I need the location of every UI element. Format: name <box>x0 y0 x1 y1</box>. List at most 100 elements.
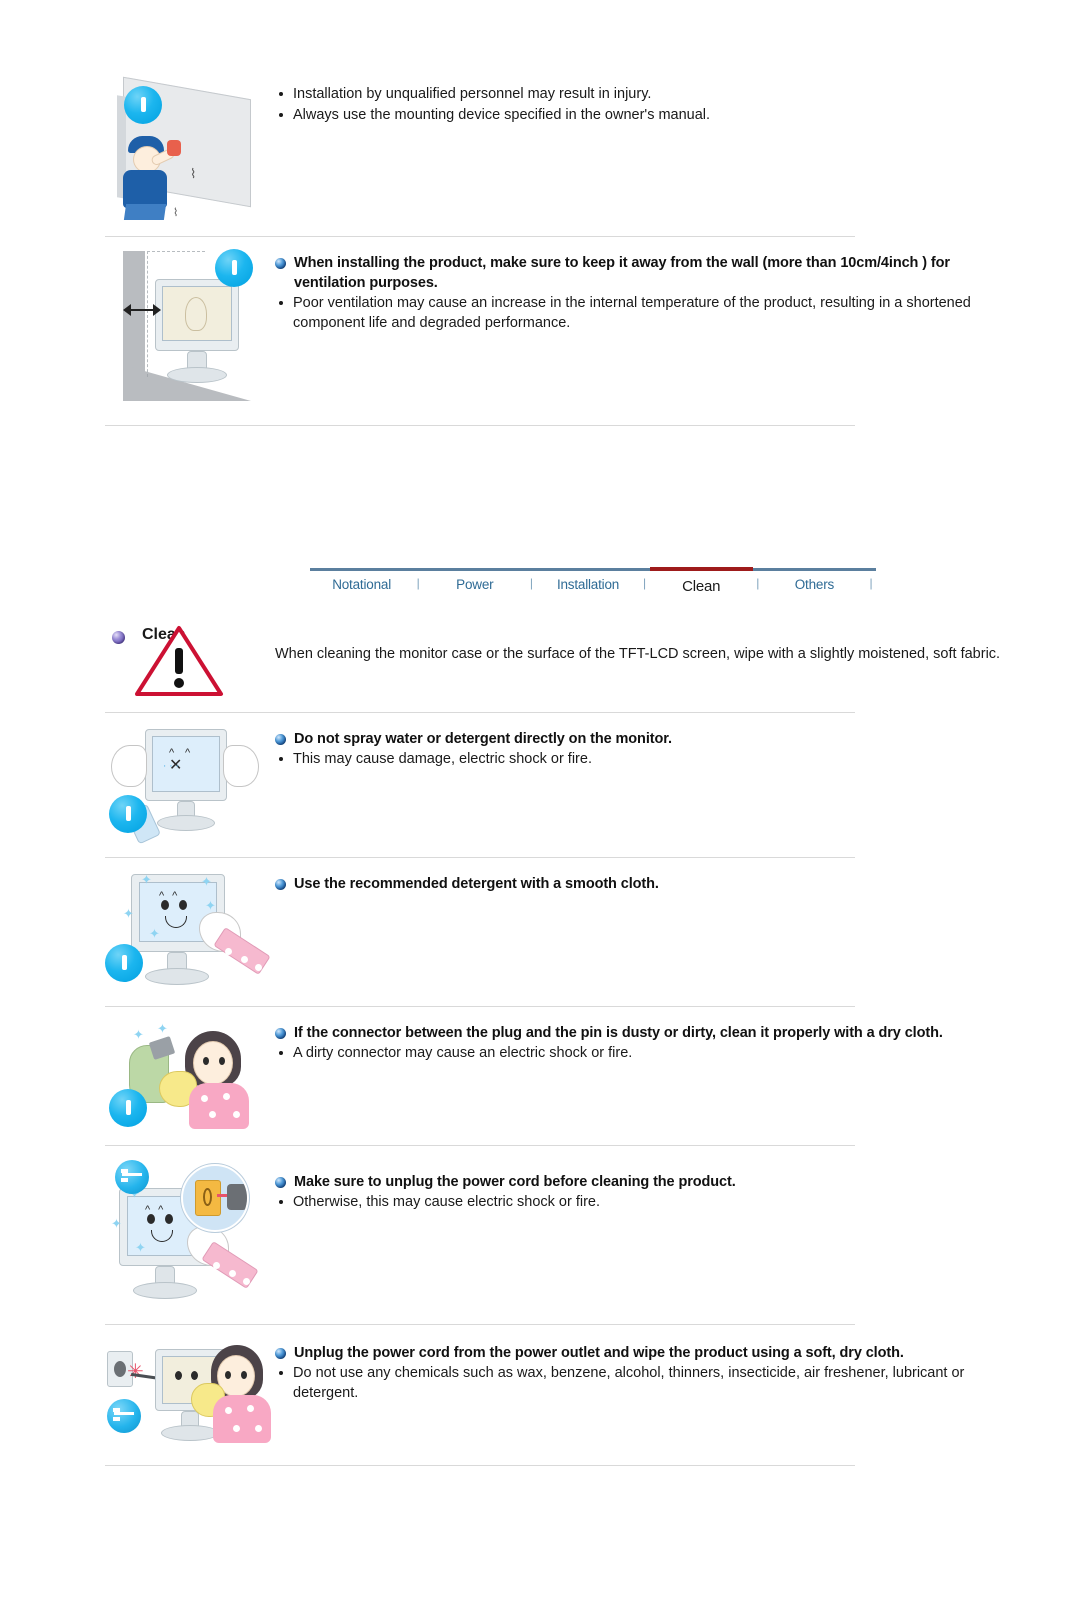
screen-eye-right <box>191 1371 198 1380</box>
unplug-from-outlet-bullets: Do not use any chemicals such as wax, be… <box>275 1363 1020 1403</box>
divider <box>105 425 855 426</box>
blue-sphere-bullet-icon <box>275 1028 286 1039</box>
section-ventilation: When installing the product, make sure t… <box>0 247 1080 407</box>
section-heading: Unplug the power cord from the power out… <box>294 1345 904 1361</box>
tab-notational[interactable]: Notational <box>310 568 413 598</box>
intro-text: When cleaning the monitor case or the su… <box>275 646 1001 662</box>
monitor-base <box>145 968 209 985</box>
do-not-spray-bullets: This may cause damage, electric shock or… <box>275 749 1020 769</box>
section-heading: Make sure to unplug the power cord befor… <box>294 1174 736 1190</box>
monitor-base <box>167 367 227 383</box>
heading-row: Make sure to unplug the power cord befor… <box>275 1172 1020 1192</box>
blue-exclamation-icon <box>215 249 253 287</box>
cloth-dot <box>213 1262 220 1269</box>
section-intro-text: When cleaning the monitor case or the su… <box>275 622 1080 664</box>
outlet-socket <box>114 1361 126 1377</box>
illustration-monitor-away-from-wall <box>105 247 275 407</box>
worker-tool <box>167 140 181 156</box>
distance-arrow-right-head <box>153 304 161 316</box>
divider <box>105 1324 855 1325</box>
dress-dot <box>233 1111 240 1118</box>
section-do-not-spray: ^ ^ ✕ ˙˙˙ Do not spray water or detergen… <box>0 723 1080 849</box>
cloth-dot <box>255 964 262 971</box>
blue-sphere-bullet-icon <box>275 1348 286 1359</box>
illustration-woman-unplugging-cord: ✳ <box>105 1337 275 1453</box>
distance-arrow-left-head <box>123 304 131 316</box>
section-dusty-connector: ✦ ✦ If the connector between the plug an… <box>0 1017 1080 1133</box>
ventilation-bullets: Poor ventilation may cause an increase i… <box>275 293 1020 333</box>
warning-triangle-wrap <box>105 622 275 700</box>
tab-separator: | <box>529 576 533 590</box>
sparkle: ✦ <box>111 1216 122 1231</box>
tab-label: Clean <box>682 578 721 595</box>
screen-figure <box>185 297 207 331</box>
list-item: Otherwise, this may cause electric shock… <box>275 1192 1020 1212</box>
divider <box>105 1145 855 1146</box>
list-item: A dirty connector may cause an electric … <box>275 1043 1020 1063</box>
spark-burst: ✳ <box>127 1361 144 1383</box>
list-item: This may cause damage, electric shock or… <box>275 749 1020 769</box>
section-ventilation-text: When installing the product, make sure t… <box>275 247 1080 334</box>
plug-prongs <box>148 1036 176 1060</box>
heading-row: Do not spray water or detergent directly… <box>275 729 1020 749</box>
cloth-dot <box>241 956 248 963</box>
section-heading: Do not spray water or detergent directly… <box>294 731 672 747</box>
spray-droplets: ˙˙˙ <box>163 763 182 778</box>
nav-tabbar[interactable]: Notational | Power | Installation | Clea… <box>310 567 876 598</box>
wall-mount-bullets: Installation by unqualified personnel ma… <box>275 84 1020 125</box>
pink-cloth-strip <box>201 1241 259 1289</box>
blue-exclamation-icon <box>109 795 147 833</box>
illustration-monitor-spray-warning: ^ ^ ✕ ˙˙˙ <box>105 723 275 849</box>
hand-right <box>223 745 259 787</box>
section-wall-mount: ⌇ ⌇ Installation by unqualified personne… <box>0 76 1080 226</box>
worker-legs <box>123 204 167 220</box>
sparkle: ✦ <box>157 1021 168 1036</box>
screen-brows: ^^ <box>145 1204 172 1216</box>
blue-sphere-bullet-icon <box>275 258 286 269</box>
tab-others[interactable]: Others <box>763 568 866 598</box>
no-plug-icon <box>115 1160 149 1194</box>
monitor-base <box>161 1425 219 1441</box>
heading-row: When installing the product, make sure t… <box>275 253 1020 293</box>
heading-row: Use the recommended detergent with a smo… <box>275 874 1020 894</box>
sparkle: ✦ <box>201 874 212 889</box>
cloth-dot <box>243 1278 250 1285</box>
sparkle: ✦ <box>149 926 160 941</box>
heading-row: Unplug the power cord from the power out… <box>275 1343 1020 1363</box>
hand-left <box>111 745 147 787</box>
tab-label: Others <box>794 577 835 592</box>
woman-eye-left <box>203 1057 209 1065</box>
divider <box>105 712 855 713</box>
blue-sphere-bullet-icon <box>275 879 286 890</box>
monitor-base <box>157 815 215 831</box>
screen-eye-left <box>175 1371 182 1380</box>
tab-power[interactable]: Power <box>423 568 526 598</box>
sparkle: ✦ <box>135 1240 146 1255</box>
dress-dot <box>233 1425 240 1432</box>
heading-row: If the connector between the plug and th… <box>275 1023 1020 1043</box>
section-dusty-connector-text: If the connector between the plug and th… <box>275 1017 1080 1064</box>
cloth-dot <box>229 1270 236 1277</box>
tab-installation[interactable]: Installation <box>536 568 639 598</box>
spark-mark-2: ⌇ <box>173 207 179 219</box>
tab-separator: | <box>416 576 420 590</box>
blue-exclamation-icon <box>109 1089 147 1127</box>
divider <box>105 236 855 237</box>
section-unplug-before-cleaning-text: Make sure to unplug the power cord befor… <box>275 1158 1080 1213</box>
worker-body <box>123 170 167 208</box>
screen-brows: ^^ <box>159 890 186 902</box>
section-heading: When installing the product, make sure t… <box>294 255 950 291</box>
list-item: Do not use any chemicals such as wax, be… <box>275 1363 1020 1403</box>
illustration-unplug-before-cleaning: ^^ ✦ ✦ ✦ ✦ <box>105 1158 275 1310</box>
woman-dress <box>213 1395 271 1443</box>
dress-dot <box>201 1095 208 1102</box>
list-item: Always use the mounting device specified… <box>275 105 1020 125</box>
tab-separator-end: | <box>869 576 873 590</box>
section-unplug-from-outlet: ✳ Unplug the power cord from the power o… <box>0 1337 1080 1453</box>
red-warning-triangle-icon <box>133 622 225 700</box>
section-wall-mount-text: Installation by unqualified personnel ma… <box>275 78 1080 126</box>
unplug-before-cleaning-bullets: Otherwise, this may cause electric shock… <box>275 1192 1020 1212</box>
blue-sphere-bullet-icon <box>275 734 286 745</box>
tab-separator: | <box>756 576 760 590</box>
tab-clean[interactable]: Clean <box>649 567 753 598</box>
